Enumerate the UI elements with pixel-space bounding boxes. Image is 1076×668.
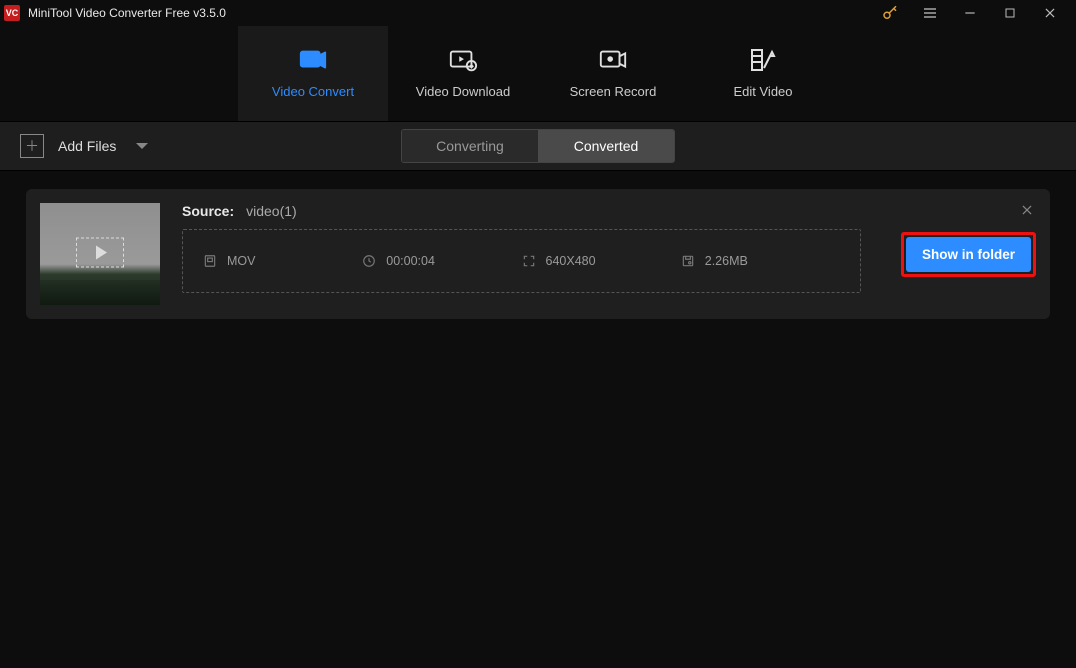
clock-icon — [362, 254, 376, 268]
file-info-box: MOV 00:00:04 640X4 — [182, 229, 861, 293]
tab-screen-record[interactable]: Screen Record — [538, 26, 688, 121]
content-area: Source: video(1) MOV — [0, 171, 1076, 337]
info-resolution-value: 640X480 — [546, 254, 596, 268]
converted-item-card: Source: video(1) MOV — [26, 189, 1050, 319]
record-icon — [598, 48, 628, 72]
close-button[interactable] — [1030, 0, 1070, 26]
tab-label: Edit Video — [733, 84, 792, 99]
titlebar: VC MiniTool Video Converter Free v3.5.0 — [0, 0, 1076, 26]
file-icon — [203, 254, 217, 268]
add-files-label: Add Files — [58, 138, 116, 154]
add-files-button[interactable]: ＋ Add Files — [20, 134, 148, 158]
info-resolution: 640X480 — [522, 254, 681, 268]
tab-label: Screen Record — [570, 84, 657, 99]
segment-converted[interactable]: Converted — [538, 130, 674, 162]
source-line: Source: video(1) — [182, 203, 861, 219]
info-size: 2.26MB — [681, 254, 840, 268]
hamburger-menu-icon[interactable] — [910, 0, 950, 26]
chevron-down-icon[interactable] — [136, 143, 148, 149]
segment-converting[interactable]: Converting — [402, 130, 538, 162]
maximize-button[interactable] — [990, 0, 1030, 26]
status-segmented-control: Converting Converted — [401, 129, 675, 163]
remove-item-button[interactable] — [1016, 199, 1038, 221]
info-duration-value: 00:00:04 — [386, 254, 435, 268]
source-label: Source: — [182, 203, 234, 219]
download-icon — [448, 48, 478, 72]
resolution-icon — [522, 254, 536, 268]
app-logo: VC — [4, 5, 20, 21]
play-icon — [76, 238, 124, 268]
tab-video-download[interactable]: Video Download — [388, 26, 538, 121]
toolbar: ＋ Add Files Converting Converted — [0, 121, 1076, 171]
tab-video-convert[interactable]: Video Convert — [238, 26, 388, 121]
source-name: video(1) — [246, 203, 297, 219]
tab-edit-video[interactable]: Edit Video — [688, 26, 838, 121]
info-size-value: 2.26MB — [705, 254, 748, 268]
upgrade-key-icon[interactable] — [870, 0, 910, 26]
minimize-button[interactable] — [950, 0, 990, 26]
info-format-value: MOV — [227, 254, 255, 268]
info-format: MOV — [203, 254, 362, 268]
show-in-folder-button[interactable]: Show in folder — [906, 237, 1031, 272]
convert-icon — [298, 48, 328, 72]
show-in-folder-highlight: Show in folder — [901, 232, 1036, 277]
disk-icon — [681, 254, 695, 268]
tab-label: Video Convert — [272, 84, 354, 99]
app-title: MiniTool Video Converter Free v3.5.0 — [28, 6, 226, 20]
video-thumbnail[interactable] — [40, 203, 160, 305]
tab-label: Video Download — [416, 84, 510, 99]
info-duration: 00:00:04 — [362, 254, 521, 268]
plus-icon: ＋ — [20, 134, 44, 158]
main-tabs: Video Convert Video Download Screen Reco… — [0, 26, 1076, 121]
edit-icon — [748, 48, 778, 72]
